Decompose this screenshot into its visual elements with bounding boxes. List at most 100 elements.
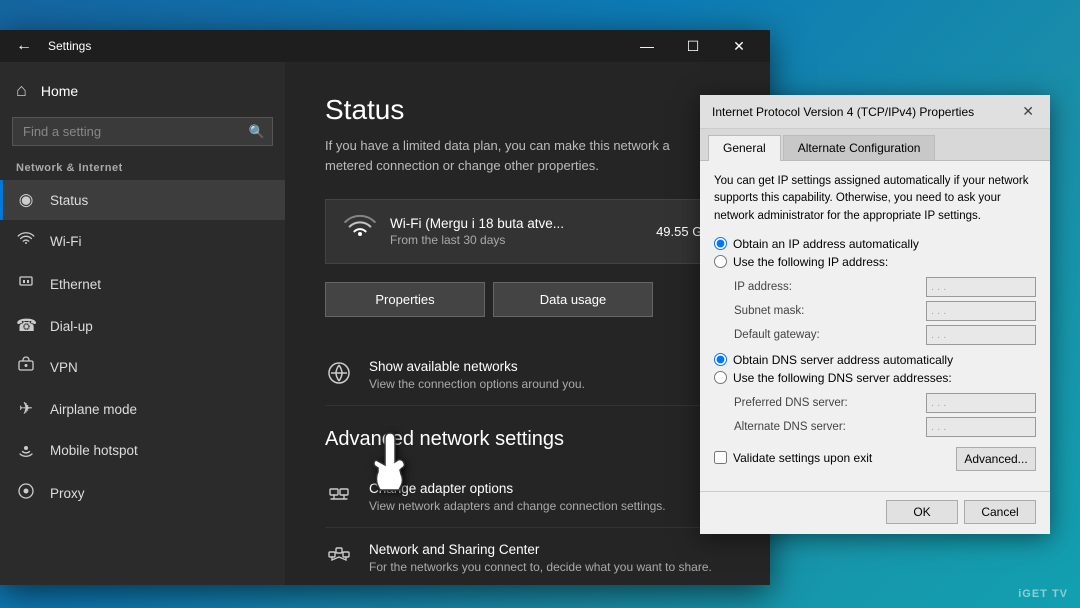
advanced-button[interactable]: Advanced... xyxy=(956,447,1036,471)
gateway-row: Default gateway: xyxy=(734,325,1036,345)
ip-radio-group: Obtain an IP address automatically Use t… xyxy=(714,237,1036,269)
ok-button[interactable]: OK xyxy=(886,500,958,524)
properties-button[interactable]: Properties xyxy=(325,282,485,317)
sidebar-item-hotspot[interactable]: Mobile hotspot xyxy=(0,429,285,472)
ip-address-row: IP address: xyxy=(734,277,1036,297)
search-icon: 🔍 xyxy=(249,124,265,140)
cancel-button[interactable]: Cancel xyxy=(964,500,1036,524)
change-adapter-item[interactable]: Change adapter options View network adap… xyxy=(325,467,730,528)
network-info-left: Wi-Fi (Mergu i 18 buta atve... From the … xyxy=(344,214,564,249)
manual-ip-label: Use the following IP address: xyxy=(733,255,888,269)
validate-label: Validate settings upon exit xyxy=(733,451,872,465)
sidebar-item-label-proxy: Proxy xyxy=(50,486,85,501)
alternate-dns-row: Alternate DNS server: xyxy=(734,417,1036,437)
sidebar-home[interactable]: ⌂ Home xyxy=(0,70,285,111)
dialog-tabs: General Alternate Configuration xyxy=(700,129,1050,161)
search-input[interactable] xyxy=(12,117,273,146)
show-networks-icon xyxy=(325,361,353,391)
sidebar-item-label-ethernet: Ethernet xyxy=(50,277,101,292)
dialog-title-bar: Internet Protocol Version 4 (TCP/IPv4) P… xyxy=(700,95,1050,129)
title-bar-left: ← Settings xyxy=(8,30,91,62)
ip-address-label: IP address: xyxy=(734,281,854,293)
search-box: 🔍 xyxy=(12,117,273,146)
main-content: Status If you have a limited data plan, … xyxy=(285,62,770,585)
sharing-center-title: Network and Sharing Center xyxy=(369,542,712,557)
dialog-tab-alternate[interactable]: Alternate Configuration xyxy=(783,135,936,160)
sidebar-item-label-vpn: VPN xyxy=(50,360,78,375)
sidebar-item-label-hotspot: Mobile hotspot xyxy=(50,443,138,458)
gateway-input[interactable] xyxy=(926,325,1036,345)
sharing-center-item[interactable]: Network and Sharing Center For the netwo… xyxy=(325,528,730,585)
watermark: iGET TV xyxy=(1018,588,1068,600)
back-button[interactable]: ← xyxy=(8,30,40,62)
change-adapter-text: Change adapter options View network adap… xyxy=(369,481,666,513)
sharing-center-text: Network and Sharing Center For the netwo… xyxy=(369,542,712,574)
sharing-center-icon xyxy=(325,544,353,574)
ip-address-input[interactable] xyxy=(926,277,1036,297)
status-icon: ◉ xyxy=(16,190,36,210)
preferred-dns-row: Preferred DNS server: xyxy=(734,393,1036,413)
ethernet-icon xyxy=(16,273,36,296)
maximize-button[interactable]: ☐ xyxy=(670,30,716,62)
home-label: Home xyxy=(41,83,78,99)
subnet-mask-row: Subnet mask: xyxy=(734,301,1036,321)
show-networks-sub: View the connection options around you. xyxy=(369,377,585,391)
sidebar-item-label-status: Status xyxy=(50,193,88,208)
dialog-title-text: Internet Protocol Version 4 (TCP/IPv4) P… xyxy=(712,105,974,119)
sidebar-item-wifi[interactable]: Wi-Fi xyxy=(0,220,285,263)
ip-fields-group: IP address: Subnet mask: Default gateway… xyxy=(734,277,1036,345)
sidebar-item-proxy[interactable]: Proxy xyxy=(0,472,285,515)
sidebar-item-ethernet[interactable]: Ethernet xyxy=(0,263,285,306)
sidebar-item-dialup[interactable]: ☎ Dial-up xyxy=(0,306,285,346)
sidebar-item-label-wifi: Wi-Fi xyxy=(50,234,81,249)
dialog-body: You can get IP settings assigned automat… xyxy=(700,161,1050,491)
show-networks-text: Show available networks View the connect… xyxy=(369,359,585,391)
network-info-text: Wi-Fi (Mergu i 18 buta atve... From the … xyxy=(390,216,564,247)
manual-dns-radio[interactable] xyxy=(714,371,727,384)
sidebar-section-title: Network & Internet xyxy=(0,156,285,180)
subnet-mask-input[interactable] xyxy=(926,301,1036,321)
preferred-dns-label: Preferred DNS server: xyxy=(734,397,854,409)
hotspot-icon xyxy=(16,439,36,462)
dialog-close-button[interactable]: ✕ xyxy=(1018,103,1038,120)
validate-checkbox[interactable] xyxy=(714,451,727,464)
network-wifi-icon xyxy=(344,214,376,249)
advanced-section-title: Advanced network settings xyxy=(325,428,730,451)
alternate-dns-input[interactable] xyxy=(926,417,1036,437)
home-icon: ⌂ xyxy=(16,80,27,101)
manual-dns-row: Use the following DNS server addresses: xyxy=(714,371,1036,385)
auto-dns-radio[interactable] xyxy=(714,353,727,366)
sidebar-item-label-airplane: Airplane mode xyxy=(50,402,137,417)
airplane-icon: ✈ xyxy=(16,399,36,419)
preferred-dns-input[interactable] xyxy=(926,393,1036,413)
vpn-icon xyxy=(16,356,36,379)
btn-row: Properties Data usage xyxy=(325,282,730,317)
dns-fields-group: Preferred DNS server: Alternate DNS serv… xyxy=(734,393,1036,437)
network-info-card: Wi-Fi (Mergu i 18 buta atve... From the … xyxy=(325,199,730,264)
manual-ip-row: Use the following IP address: xyxy=(714,255,1036,269)
sidebar-item-vpn[interactable]: VPN xyxy=(0,346,285,389)
auto-ip-row: Obtain an IP address automatically xyxy=(714,237,1036,251)
page-subtitle: If you have a limited data plan, you can… xyxy=(325,136,705,175)
proxy-icon xyxy=(16,482,36,505)
wifi-icon xyxy=(16,230,36,253)
subnet-mask-label: Subnet mask: xyxy=(734,305,854,317)
sidebar-item-airplane[interactable]: ✈ Airplane mode xyxy=(0,389,285,429)
sidebar-item-label-dialup: Dial-up xyxy=(50,319,93,334)
sidebar: ⌂ Home 🔍 Network & Internet ◉ Status xyxy=(0,62,285,585)
tcpip-dialog: Internet Protocol Version 4 (TCP/IPv4) P… xyxy=(700,95,1050,534)
show-networks-item[interactable]: Show available networks View the connect… xyxy=(325,345,730,406)
title-bar: ← Settings — ☐ ✕ xyxy=(0,30,770,62)
close-button[interactable]: ✕ xyxy=(716,30,762,62)
manual-ip-radio[interactable] xyxy=(714,255,727,268)
sidebar-item-status[interactable]: ◉ Status xyxy=(0,180,285,220)
dialog-tab-general[interactable]: General xyxy=(708,135,781,161)
data-usage-button[interactable]: Data usage xyxy=(493,282,653,317)
auto-ip-radio[interactable] xyxy=(714,237,727,250)
settings-body: ⌂ Home 🔍 Network & Internet ◉ Status xyxy=(0,62,770,585)
change-adapter-sub: View network adapters and change connect… xyxy=(369,499,666,513)
auto-dns-row: Obtain DNS server address automatically xyxy=(714,353,1036,367)
validate-checkbox-row: Validate settings upon exit xyxy=(714,451,872,465)
change-adapter-title: Change adapter options xyxy=(369,481,666,496)
minimize-button[interactable]: — xyxy=(624,30,670,62)
